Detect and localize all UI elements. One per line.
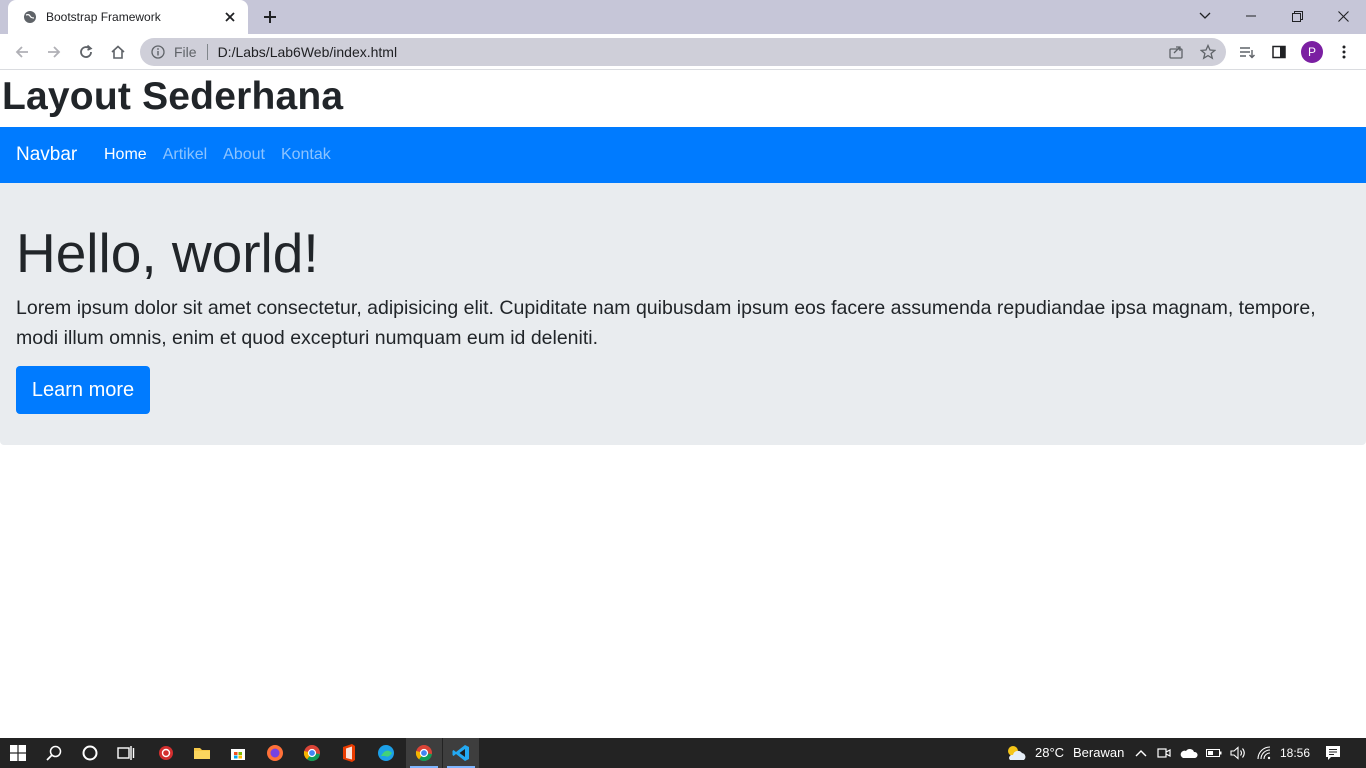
chrome-icon[interactable] — [294, 738, 330, 768]
tab-strip: Bootstrap Framework — [0, 0, 1366, 34]
search-icon[interactable] — [36, 738, 72, 768]
omnibox-divider — [206, 44, 208, 60]
tab-title: Bootstrap Framework — [46, 10, 161, 24]
jumbotron: Hello, world! Lorem ipsum dolor sit amet… — [0, 183, 1366, 445]
back-arrow-icon[interactable] — [10, 40, 34, 64]
nav-link-about[interactable]: About — [223, 146, 265, 164]
notification-center-icon[interactable] — [1318, 738, 1348, 768]
url-text[interactable]: D:/Labs/Lab6Web/index.html — [218, 44, 398, 60]
bookmark-star-icon[interactable] — [1196, 40, 1220, 64]
jumbotron-lead: Lorem ipsum dolor sit amet consectetur, … — [16, 297, 1316, 349]
nav-link-artikel[interactable]: Artikel — [163, 146, 207, 164]
weather-desc[interactable]: Berawan — [1073, 745, 1124, 760]
edge-icon[interactable] — [368, 738, 404, 768]
battery-icon[interactable] — [1202, 738, 1226, 768]
new-tab-button[interactable] — [258, 6, 282, 28]
restore-icon[interactable] — [1274, 0, 1320, 32]
nav-link-home[interactable]: Home — [104, 146, 147, 164]
file-explorer-icon[interactable] — [184, 738, 220, 768]
task-view-icon[interactable] — [108, 738, 144, 768]
window-close-icon[interactable] — [1320, 0, 1366, 32]
taskbar: 28°C Berawan 18:56 — [0, 738, 1366, 768]
reload-icon[interactable] — [74, 40, 98, 64]
page-title: Layout Sederhana — [2, 75, 344, 118]
info-icon[interactable] — [150, 44, 166, 60]
web-page: Layout Sederhana Navbar Home Artikel Abo… — [0, 71, 1366, 738]
share-icon[interactable] — [1164, 40, 1188, 64]
onedrive-cloud-icon[interactable] — [1176, 738, 1202, 768]
browser-toolbar: File D:/Labs/Lab6Web/index.html — [0, 34, 1366, 70]
weather-cloud-sun-icon[interactable] — [998, 738, 1034, 768]
tab-close-icon[interactable] — [222, 9, 238, 25]
volume-icon[interactable] — [1226, 738, 1250, 768]
navbar-brand[interactable]: Navbar — [16, 144, 77, 166]
url-scheme-label: File — [174, 44, 197, 60]
profile-avatar[interactable]: P — [1301, 41, 1323, 63]
office-icon[interactable] — [331, 738, 367, 768]
windows-start-icon[interactable] — [0, 738, 36, 768]
address-bar[interactable]: File D:/Labs/Lab6Web/index.html — [140, 38, 1226, 66]
weather-temp[interactable]: 28°C — [1035, 745, 1064, 760]
reading-list-icon[interactable] — [1235, 40, 1259, 64]
side-panel-icon[interactable] — [1267, 40, 1291, 64]
browser-tab[interactable]: Bootstrap Framework — [8, 0, 248, 34]
kebab-menu-icon[interactable] — [1332, 40, 1356, 64]
learn-more-button[interactable]: Learn more — [16, 366, 150, 414]
minimize-icon[interactable] — [1228, 0, 1274, 32]
meet-now-icon[interactable] — [1152, 738, 1176, 768]
cortana-icon[interactable] — [72, 738, 108, 768]
clock-time[interactable]: 18:56 — [1280, 746, 1310, 760]
globe-icon — [22, 9, 38, 25]
vscode-icon[interactable] — [443, 738, 479, 768]
wifi-icon[interactable] — [1252, 738, 1276, 768]
jumbotron-title: Hello, world! — [16, 222, 319, 284]
home-icon[interactable] — [106, 40, 130, 64]
store-icon[interactable] — [220, 738, 256, 768]
forward-arrow-icon[interactable] — [42, 40, 66, 64]
navbar: Navbar Home Artikel About Kontak — [0, 127, 1366, 183]
app-red-icon[interactable] — [148, 738, 184, 768]
chrome-active-icon[interactable] — [406, 738, 442, 768]
tab-search-icon[interactable] — [1182, 0, 1228, 32]
nav-link-kontak[interactable]: Kontak — [281, 146, 331, 164]
nav-links: Home Artikel About Kontak — [104, 146, 347, 164]
firefox-icon[interactable] — [257, 738, 293, 768]
